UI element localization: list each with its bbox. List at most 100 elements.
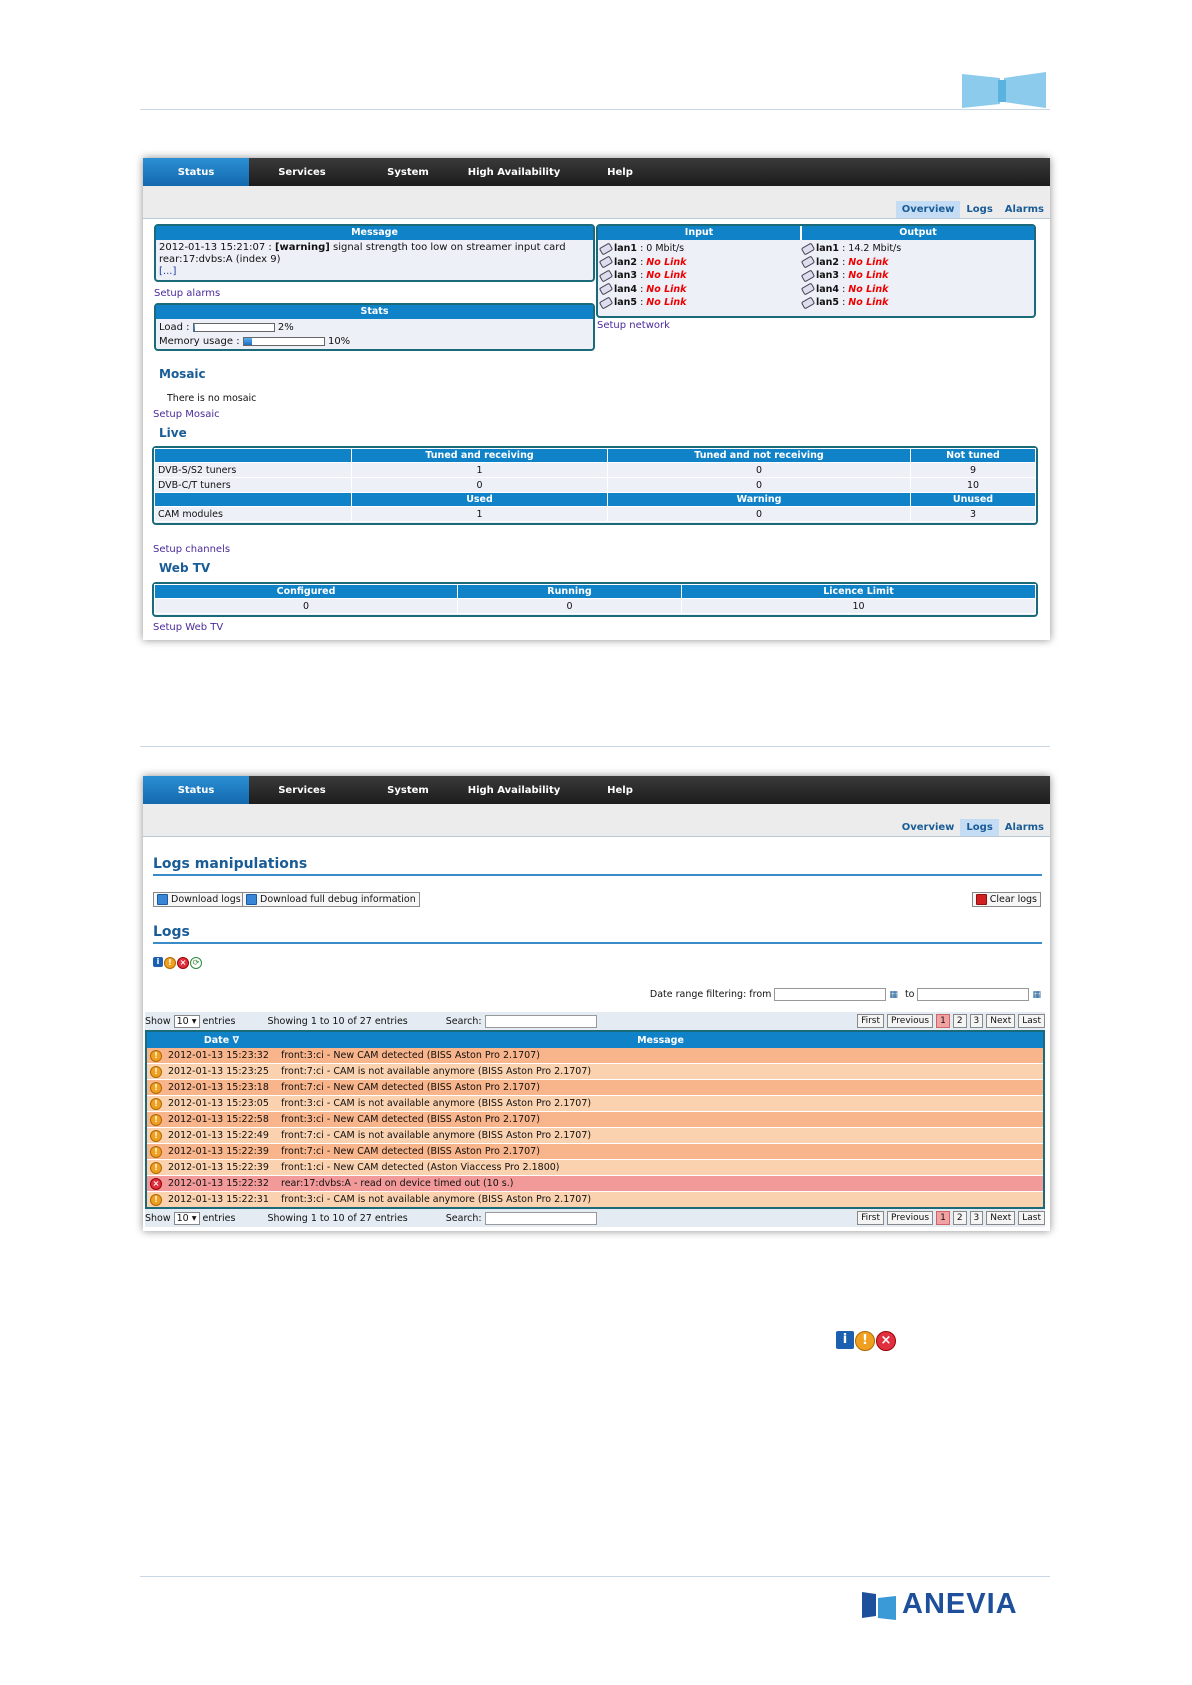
section-divider <box>140 746 1050 747</box>
download-debug-button[interactable]: Download full debug information <box>242 892 420 907</box>
message-source: rear:17:dvbs:A (index 9) <box>159 254 281 265</box>
pager-button-2[interactable]: 2 <box>952 1014 967 1028</box>
pager-button-previous[interactable]: Previous <box>887 1211 934 1225</box>
nav-system[interactable]: System <box>355 158 461 186</box>
clear-logs-label: Clear logs <box>989 894 1037 905</box>
log-date: 2012-01-13 15:23:32 <box>165 1048 278 1064</box>
download-logs-button[interactable]: Download logs <box>153 892 245 907</box>
cell: 0 <box>351 477 608 493</box>
tab-alarms[interactable]: Alarms <box>999 201 1050 218</box>
lan-name: lan4 <box>614 283 638 295</box>
tab-alarms[interactable]: Alarms <box>999 819 1050 836</box>
pager-button-previous[interactable]: Previous <box>887 1014 934 1028</box>
row-label: DVB-S/S2 tuners <box>154 462 352 478</box>
lan-name: lan1 <box>614 243 638 255</box>
log-date: 2012-01-13 15:23:05 <box>165 1095 278 1112</box>
lan-separator: : <box>839 297 849 309</box>
network-cable-icon <box>800 282 816 296</box>
warning-icon: ! <box>150 1145 162 1158</box>
live-col-tuned-not-receiving: Tuned and not receiving <box>607 448 911 463</box>
cell: 0 <box>457 598 682 614</box>
pager-button-2[interactable]: 2 <box>952 1211 967 1225</box>
cell: 3 <box>910 506 1036 522</box>
network-cable-icon <box>598 269 614 283</box>
lan-value: No Link <box>646 270 687 282</box>
live-title: Live <box>159 426 187 440</box>
pager-button-3[interactable]: 3 <box>969 1211 984 1225</box>
webtv-col-running: Running <box>457 584 682 599</box>
lan-separator: : <box>637 270 647 282</box>
setup-channels-link[interactable]: Setup channels <box>153 544 230 555</box>
nav-system[interactable]: System <box>355 776 461 804</box>
date-to-input[interactable] <box>917 988 1030 1001</box>
lan-name: lan2 <box>816 256 840 268</box>
table-row: ! 2012-01-13 15:22:39 front:1:ci - New CAM… <box>146 1159 1044 1176</box>
error-icon: × <box>150 1177 162 1190</box>
lan-value: No Link <box>646 256 687 268</box>
lan-name: lan4 <box>816 283 840 295</box>
calendar-icon[interactable]: ▦ <box>1032 990 1041 1000</box>
pager-button-next[interactable]: Next <box>986 1211 1016 1225</box>
floppy-icon <box>157 894 168 905</box>
tab-logs[interactable]: Logs <box>960 819 999 836</box>
pager-button-last[interactable]: Last <box>1018 1211 1045 1225</box>
refresh-icon[interactable]: ⟳ <box>190 957 202 969</box>
setup-webtv-link[interactable]: Setup Web TV <box>153 622 223 633</box>
nav-high-availability[interactable]: High Availability <box>461 776 567 804</box>
cell: 0 <box>154 598 458 614</box>
date-from-input[interactable] <box>774 988 887 1001</box>
pager-button-1[interactable]: 1 <box>936 1211 950 1225</box>
setup-network-link[interactable]: Setup network <box>597 320 670 331</box>
output-header: Output <box>802 226 1034 240</box>
page-size-select[interactable]: 10 ▾ <box>173 1211 200 1225</box>
search-input[interactable] <box>484 1014 597 1028</box>
showing-info: Showing 1 to 10 of 27 entries <box>267 1212 408 1224</box>
info-filter-icon[interactable]: i <box>153 957 163 967</box>
pager-button-3[interactable]: 3 <box>969 1014 984 1028</box>
error-filter-icon[interactable]: × <box>177 957 189 969</box>
cam-col-used: Used <box>351 492 608 507</box>
setup-mosaic-link[interactable]: Setup Mosaic <box>153 409 220 420</box>
lan-name: lan5 <box>614 297 638 309</box>
nav-status[interactable]: Status <box>143 158 249 186</box>
col-message[interactable]: Message <box>278 1031 1044 1048</box>
pager-button-next[interactable]: Next <box>986 1014 1016 1028</box>
lan-value: No Link <box>646 283 687 295</box>
logs-table-box: Show 10 ▾ entries Showing 1 to 10 of 27 … <box>145 1012 1045 1227</box>
page-size-select[interactable]: 10 ▾ <box>173 1014 200 1028</box>
col-date[interactable]: Date ∇ <box>165 1031 278 1048</box>
warning-filter-icon[interactable]: ! <box>164 957 176 969</box>
message-more-link[interactable]: [...] <box>159 266 176 277</box>
nav-services[interactable]: Services <box>249 158 355 186</box>
pager-button-last[interactable]: Last <box>1018 1014 1045 1028</box>
pager-button-1[interactable]: 1 <box>936 1014 950 1028</box>
setup-alarms-link[interactable]: Setup alarms <box>154 288 220 299</box>
pager-button-first[interactable]: First <box>857 1211 885 1225</box>
clear-logs-button[interactable]: Clear logs <box>971 892 1041 907</box>
log-message: front:3:ci - New CAM detected (BISS Asto… <box>278 1111 1044 1128</box>
pager-button-first[interactable]: First <box>857 1014 885 1028</box>
nav-high-availability[interactable]: High Availability <box>461 158 567 186</box>
calendar-icon[interactable]: ▦ <box>889 990 898 1000</box>
nav-services[interactable]: Services <box>249 776 355 804</box>
search-input[interactable] <box>484 1211 597 1225</box>
cell: 1 <box>351 462 608 478</box>
nav-help[interactable]: Help <box>567 158 673 186</box>
brand-name: ANEVIA <box>902 1588 1018 1620</box>
load-bar <box>192 322 275 332</box>
tab-overview[interactable]: Overview <box>896 819 961 836</box>
log-date: 2012-01-13 15:22:32 <box>165 1175 278 1192</box>
network-cable-icon <box>598 282 614 296</box>
main-nav: Status Services System High Availability… <box>143 158 1050 186</box>
date-range-filter: Date range filtering: from ▦ to ▦ <box>650 988 1041 1001</box>
message-box: Message 2012-01-13 15:21:07 : [warning] … <box>154 224 595 282</box>
tab-logs[interactable]: Logs <box>960 201 998 218</box>
nav-help[interactable]: Help <box>567 776 673 804</box>
cam-col-warning: Warning <box>607 492 911 507</box>
table-controls-top: Show 10 ▾ entries Showing 1 to 10 of 27 … <box>145 1012 1045 1030</box>
lan-name: lan2 <box>614 256 638 268</box>
memory-label: Memory usage : <box>159 336 240 347</box>
tab-overview[interactable]: Overview <box>895 201 961 218</box>
nav-status[interactable]: Status <box>143 776 249 804</box>
log-message: front:7:ci - New CAM detected (BISS Asto… <box>278 1143 1044 1160</box>
